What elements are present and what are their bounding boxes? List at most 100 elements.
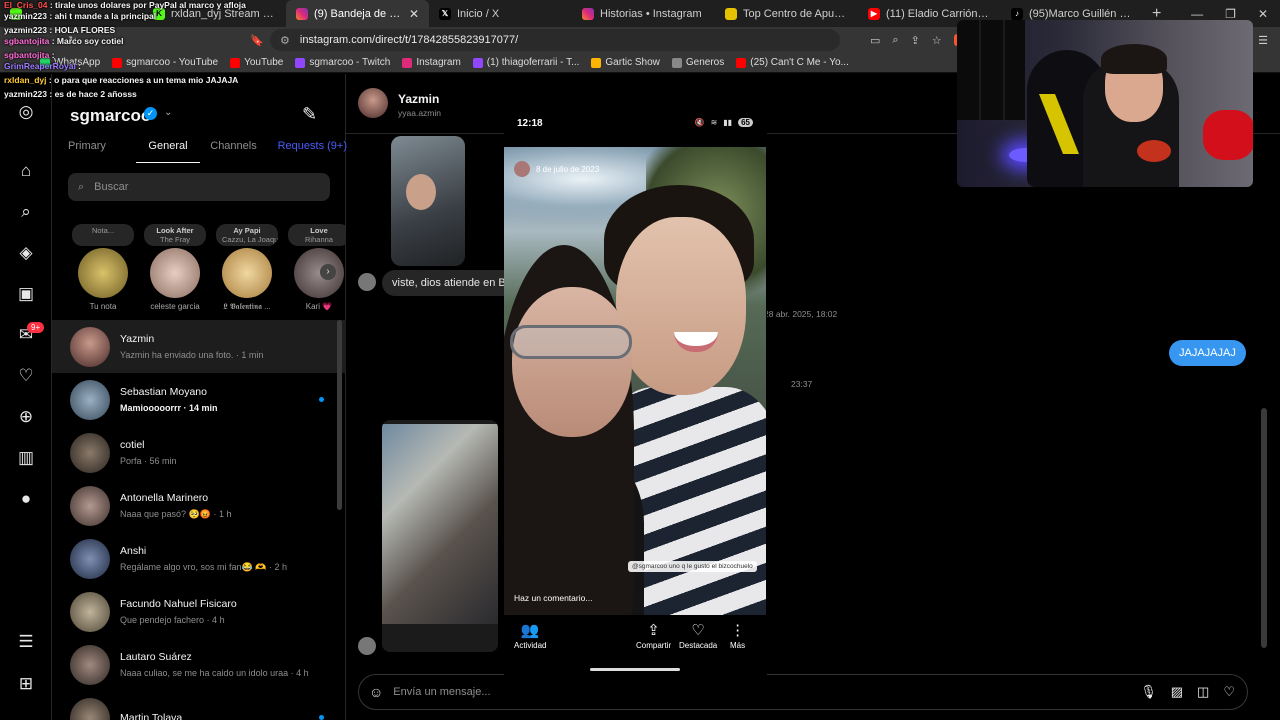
tab-x[interactable]: 𝕏 Inicio / X: [429, 0, 572, 27]
avatar: [358, 273, 376, 291]
compose-icon[interactable]: ✎: [302, 104, 317, 125]
inbox-panel: sgmarcoo ✓ ⌄ ✎ Primary General Channels …: [52, 74, 347, 720]
story-action-bar: 👥 Actividad ⇪ Compartir ♡ Destacada ⋮ Más: [504, 615, 766, 675]
search-input[interactable]: ⌕ Buscar: [68, 173, 330, 201]
heart-icon[interactable]: ♡: [1223, 684, 1235, 700]
tab-general[interactable]: General: [136, 140, 200, 163]
tab-channels[interactable]: Channels: [200, 140, 267, 163]
sent-message: JAJAJAJAJ: [1169, 340, 1246, 366]
chevron-down-icon[interactable]: ⌄: [164, 107, 172, 118]
youtube-icon: [736, 57, 747, 68]
dashboard-icon[interactable]: ▥: [16, 448, 36, 468]
sticker-icon[interactable]: ◫: [1197, 684, 1209, 700]
avatar[interactable]: [358, 88, 388, 118]
story-header: 8 de julio de 2023: [514, 161, 599, 177]
share-button[interactable]: ⇪ Compartir: [636, 621, 671, 650]
timestamp: 23:37: [791, 379, 813, 389]
story-reply-thumbnail[interactable]: [391, 136, 465, 266]
tab-requests[interactable]: Requests (9+): [267, 140, 347, 163]
tab-instagram-inbox[interactable]: (9) Bandeja de entrada • C✕: [286, 0, 429, 27]
profile-avatar[interactable]: ●: [16, 489, 36, 509]
twitch-icon: [472, 57, 483, 68]
avatar: [294, 248, 344, 298]
bookmark-generos[interactable]: Generos: [671, 57, 724, 68]
list-item[interactable]: Lautaro Suárez Naaa culiao, se me ha caid…: [52, 638, 346, 691]
reels-icon[interactable]: ▣: [16, 284, 36, 304]
notifications-heart-icon[interactable]: ♡: [16, 366, 36, 386]
people-icon: 👥: [520, 622, 540, 639]
composer-actions: 🎙 ▨ ◫ ♡: [1140, 684, 1247, 700]
address-bar[interactable]: ⚙ instagram.com/direct/t/1784285582391707…: [270, 29, 840, 51]
bookmark-instagram[interactable]: Instagram: [402, 57, 461, 68]
mention-sticker[interactable]: @sgmarcoo uno q le gusto el bizcochuelo: [628, 561, 757, 572]
browser-menu-icon[interactable]: ☰: [1258, 34, 1268, 47]
instagram-logo-icon[interactable]: ◎: [16, 102, 36, 122]
avatar: [70, 379, 110, 420]
bookmark-twitch[interactable]: sgmarcoo - Twitch: [295, 57, 390, 68]
list-item[interactable]: Yazmin Yazmin ha enviado una foto. · 1 mi…: [52, 320, 346, 373]
address-actions: ▭ ⌕ ⇪ ☆: [870, 33, 966, 47]
tab-betting[interactable]: Top Centro de Apuestas Depo: [715, 0, 858, 27]
acoustic-panel: [957, 20, 1025, 120]
thread-scrollbar[interactable]: [1261, 408, 1267, 648]
avatar: [70, 697, 110, 720]
share-icon[interactable]: ⇪: [911, 34, 920, 47]
close-window-icon[interactable]: ✕: [1258, 7, 1268, 21]
image-icon[interactable]: ▨: [1171, 684, 1183, 700]
shared-photo-message[interactable]: [382, 420, 498, 652]
avatar: [222, 248, 272, 298]
twitch-icon: [295, 57, 306, 68]
explore-icon[interactable]: ◈: [16, 243, 36, 263]
story-photo[interactable]: 8 de julio de 2023 @sgmarcoo uno q le gu…: [504, 147, 766, 615]
message-input[interactable]: ☺ Envía un mensaje... 🎙 ▨ ◫ ♡: [358, 674, 1248, 710]
activity-button[interactable]: 👥 Actividad: [514, 621, 546, 650]
bookmark-star-icon[interactable]: ☆: [932, 34, 942, 47]
photo-glasses: [510, 325, 632, 359]
bookmark-icon[interactable]: 🔖: [250, 34, 270, 47]
create-icon[interactable]: ⊕: [16, 407, 36, 427]
highlight-icon: ♡: [691, 622, 705, 639]
bookmark-yt-song[interactable]: (25) Can't C Me - Yo...: [736, 57, 849, 68]
thread-contact-name[interactable]: Yazmin: [398, 92, 439, 106]
emoji-icon[interactable]: ☺: [369, 684, 383, 700]
list-item[interactable]: Anshi Regálame algo vro, sos mi fan😂 🫶 · …: [52, 532, 346, 585]
home-icon[interactable]: ⌂: [16, 161, 36, 181]
page-icon: [671, 57, 682, 68]
maximize-icon[interactable]: ❐: [1225, 7, 1236, 21]
phone-time: 12:18: [517, 118, 543, 129]
list-item[interactable]: Facundo Nahuel Fisicaro Que pendejo fache…: [52, 585, 346, 638]
list-item[interactable]: Martin Tolava: [52, 691, 346, 720]
highlight-button[interactable]: ♡ Destacada: [679, 621, 717, 650]
tab-primary[interactable]: Primary: [68, 140, 136, 163]
close-tab-icon[interactable]: ✕: [409, 7, 419, 21]
tab-instagram-stories[interactable]: Historias • Instagram: [572, 0, 715, 27]
site-settings-icon[interactable]: ⚙: [280, 34, 290, 47]
chevron-right-icon[interactable]: ›: [320, 264, 336, 280]
wifi-icon: ≋: [710, 118, 718, 127]
apps-grid-icon[interactable]: ⊞: [16, 674, 36, 694]
cast-icon[interactable]: ▭: [870, 34, 880, 47]
bookmark-twitch-thiago[interactable]: (1) thiagoferrarii - T...: [472, 57, 579, 68]
chat-message: yazmin223 : HOLA FLORES: [4, 25, 116, 35]
search-icon: ⌕: [78, 180, 85, 193]
account-username[interactable]: sgmarcoo: [70, 106, 151, 126]
photo-face: [512, 287, 632, 437]
thread-contact-handle: yyaa.azmin: [398, 108, 441, 118]
chat-message: El_Cris_04 : tirale unos dolares por Pay…: [4, 0, 246, 10]
microphone-icon[interactable]: 🎙: [1140, 684, 1157, 700]
zoom-icon[interactable]: ⌕: [892, 34, 898, 47]
inbox-scrollbar[interactable]: [337, 320, 342, 510]
list-item[interactable]: Sebastian Moyano Mamiooooorrr · 14 min: [52, 373, 346, 426]
comment-input[interactable]: Haz un comentario...: [514, 593, 592, 603]
avatar: [358, 637, 376, 655]
list-item[interactable]: Antonella Marinero Naaa que pasó? 🥺😡 · 1 …: [52, 479, 346, 532]
chat-message: sgbantojita : Marco soy cotiel: [4, 36, 124, 46]
search-icon[interactable]: ⌕: [16, 202, 36, 222]
more-menu-icon[interactable]: ☰: [16, 632, 36, 652]
list-item[interactable]: cotiel Porfa · 56 min: [52, 426, 346, 479]
bookmark-gartic[interactable]: Gartic Show: [591, 57, 660, 68]
minimize-icon[interactable]: —: [1191, 7, 1203, 21]
more-button[interactable]: ⋮ Más: [730, 621, 745, 650]
red-object: [1203, 110, 1253, 160]
photo-face: [616, 217, 746, 395]
